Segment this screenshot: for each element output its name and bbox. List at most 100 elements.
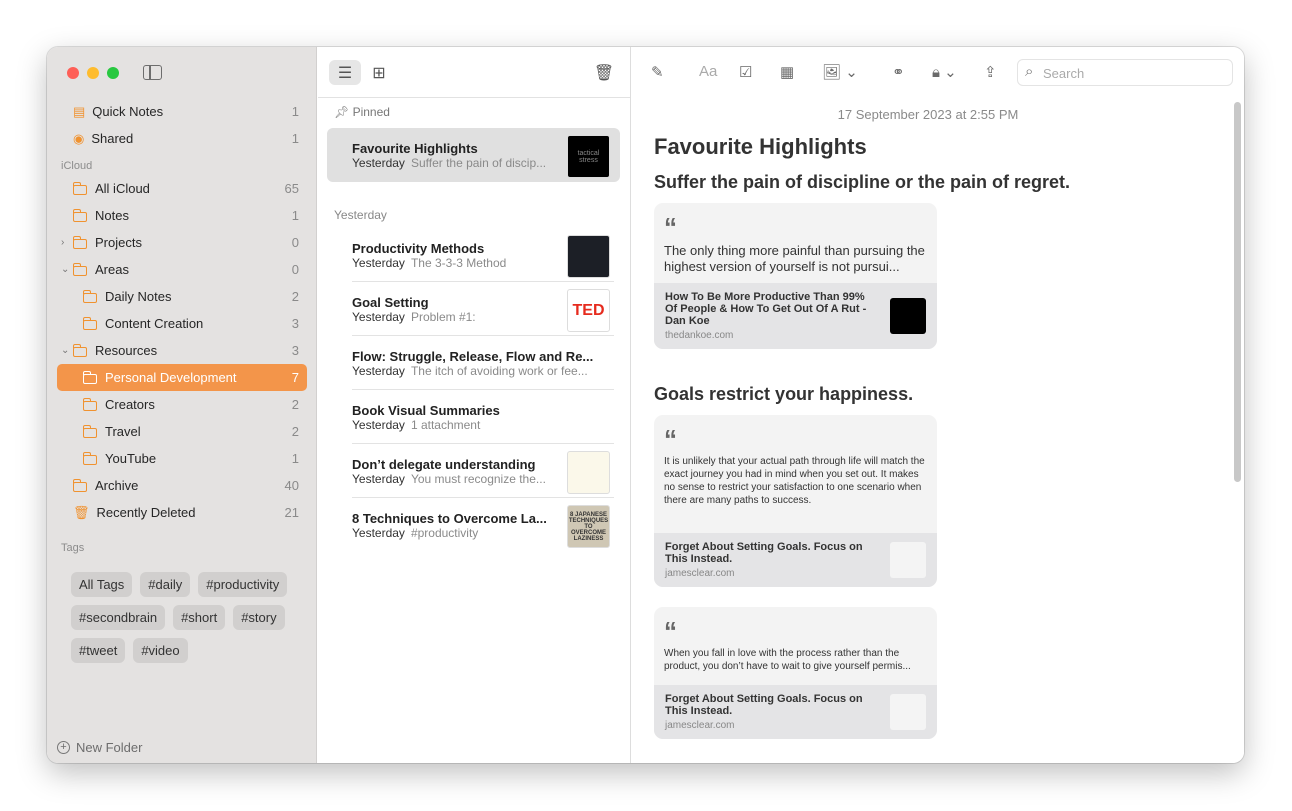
new-folder-button[interactable]: + New Folder <box>57 740 142 755</box>
note-date: Yesterday <box>352 472 405 486</box>
table-icon[interactable]: ▦ <box>780 63 794 81</box>
sidebar-item-shared[interactable]: ◉ Shared 1 <box>57 125 307 152</box>
sidebar-item-areas[interactable]: ⌄ Areas 0 <box>57 256 307 283</box>
item-count: 65 <box>284 181 299 196</box>
sidebar-item-resources[interactable]: ⌄ Resources 3 <box>57 337 307 364</box>
gallery-view-button[interactable]: ⊞ <box>363 60 395 85</box>
quote-text: The only thing more painful than pursuin… <box>664 243 925 274</box>
link-preview[interactable]: How To Be More Productive Than 99% Of Pe… <box>654 283 937 349</box>
folder-icon <box>73 262 87 276</box>
trash-icon: 🗑 <box>73 504 90 520</box>
tag-chip[interactable]: All Tags <box>71 572 133 597</box>
lock-icon[interactable]: 🔒︎ ⌄ <box>932 63 957 81</box>
note-title: Book Visual Summaries <box>352 403 500 418</box>
sidebar-item-travel[interactable]: Travel 2 <box>57 418 307 445</box>
note-date: Yesterday <box>352 526 405 540</box>
note-preview: You must recognize the... <box>410 472 546 486</box>
media-icon[interactable]: 🖼︎ ⌄ <box>822 63 858 81</box>
section-header-yesterday: Yesterday <box>334 208 387 222</box>
trash-icon: 🗑 <box>593 64 615 82</box>
item-count: 3 <box>291 316 299 331</box>
chevron-icon[interactable]: › <box>61 237 64 248</box>
quote-block: “It is unlikely that your actual path th… <box>654 415 937 533</box>
link-card[interactable]: “When you fall in love with the process … <box>654 607 937 739</box>
sidebar-item-label: Shared <box>91 131 134 146</box>
sidebar-item-label: Resources <box>95 343 158 358</box>
note-subtitle: Yesterday Suffer the pain of discip... <box>352 156 546 170</box>
sidebar-item-content-creation[interactable]: Content Creation 3 <box>57 310 307 337</box>
folder-icon <box>73 343 87 357</box>
note-title: Don’t delegate understanding <box>352 457 536 472</box>
link-card[interactable]: “It is unlikely that your actual path th… <box>654 415 937 587</box>
compose-icon[interactable]: ✎ <box>651 63 664 81</box>
zoom-button[interactable] <box>107 67 119 79</box>
link-thumbnail <box>890 694 926 730</box>
sidebar-item-notes[interactable]: Notes 1 <box>57 202 307 229</box>
search-input[interactable]: Search <box>1017 59 1233 86</box>
sidebar-item-label: Notes <box>95 208 129 223</box>
sidebar-item-label: Projects <box>95 235 142 250</box>
chevron-icon[interactable]: ⌄ <box>61 264 69 275</box>
note-list-item[interactable]: Favourite Highlights Yesterday Suffer the … <box>327 128 620 182</box>
quote-mark-icon: “ <box>664 212 677 242</box>
note-body[interactable]: Favourite Highlights Suffer the pain of … <box>654 133 1214 759</box>
sidebar-item-creators[interactable]: Creators 2 <box>57 391 307 418</box>
minimize-button[interactable] <box>87 67 99 79</box>
format-button[interactable]: Aa <box>699 63 717 80</box>
collaborate-icon[interactable]: ⚭ <box>892 63 905 81</box>
note-date: Yesterday <box>352 310 405 324</box>
note-date: Yesterday <box>352 364 405 378</box>
sidebar-item-all-icloud[interactable]: All iCloud 65 <box>57 175 307 202</box>
note-list-item[interactable]: Goal Setting Yesterday Problem #1: TED <box>327 282 620 336</box>
sidebar-item-daily-notes[interactable]: Daily Notes 2 <box>57 283 307 310</box>
share-icon[interactable]: ⇪ <box>984 63 997 81</box>
section-header-tags: Tags <box>61 542 85 554</box>
note-list-item[interactable]: Book Visual Summaries Yesterday 1 attachme… <box>327 390 620 444</box>
tag-chip[interactable]: #video <box>133 638 188 663</box>
item-count: 1 <box>291 208 299 223</box>
note-preview: Problem #1: <box>410 310 476 324</box>
editor-toolbar: ✎ Aa ☑︎ ▦ 🖼︎ ⌄ ⚭ 🔒︎ ⌄ ⇪ Search <box>632 47 1244 98</box>
note-title: Favourite Highlights <box>352 141 478 156</box>
sidebar: ▤ Quick Notes 1 ◉ Shared 1 iCloud All iCloud 65 N… <box>47 47 317 763</box>
note-thumbnail <box>567 451 610 494</box>
note-list: ☰ ⊞ 🗑 📌︎ Pinned Favourite Highlights Yest… <box>318 47 631 763</box>
note-subtitle: Yesterday Problem #1: <box>352 310 476 324</box>
tag-chip[interactable]: #tweet <box>71 638 126 663</box>
sidebar-item-personal-development[interactable]: Personal Development 7 <box>57 364 307 391</box>
sidebar-toggle-icon[interactable] <box>143 65 162 80</box>
scrollbar[interactable] <box>1234 102 1241 482</box>
folder-icon <box>73 478 87 492</box>
note-list-item[interactable]: 8 Techniques to Overcome La... Yesterday #… <box>327 498 620 552</box>
sidebar-item-projects[interactable]: › Projects 0 <box>57 229 307 256</box>
link-preview[interactable]: Forget About Setting Goals. Focus on Thi… <box>654 685 937 739</box>
note-thumbnail: 8 JAPANESE TECHNIQUES TO OVERCOME LAZINE… <box>567 505 610 548</box>
note-list-item[interactable]: Productivity Methods Yesterday The 3-3-3 M… <box>327 228 620 282</box>
sidebar-item-quick-notes[interactable]: ▤ Quick Notes 1 <box>57 98 307 125</box>
sidebar-item-youtube[interactable]: YouTube 1 <box>57 445 307 472</box>
sidebar-item-label: Quick Notes <box>92 104 164 119</box>
link-card[interactable]: “The only thing more painful than pursui… <box>654 203 937 349</box>
chevron-icon[interactable]: ⌄ <box>61 345 69 356</box>
folder-icon <box>73 181 87 195</box>
tag-chip[interactable]: #daily <box>140 572 191 597</box>
note-title: Goal Setting <box>352 295 429 310</box>
delete-note-button[interactable]: 🗑 <box>588 60 620 85</box>
item-count: 2 <box>291 424 299 439</box>
close-button[interactable] <box>67 67 79 79</box>
sidebar-item-archive[interactable]: Archive 40 <box>57 472 307 499</box>
tag-chip[interactable]: #story <box>233 605 285 630</box>
note-date: 17 September 2023 at 2:55 PM <box>837 107 1019 122</box>
tag-chip[interactable]: #short <box>173 605 226 630</box>
note-list-item[interactable]: Don’t delegate understanding Yesterday You… <box>327 444 620 498</box>
link-preview[interactable]: Forget About Setting Goals. Focus on Thi… <box>654 533 937 587</box>
note-thumbnail: TED <box>567 289 610 332</box>
checklist-icon[interactable]: ☑︎ <box>739 63 752 81</box>
folder-icon <box>73 235 87 249</box>
link-thumbnail <box>890 542 926 578</box>
note-list-item[interactable]: Flow: Struggle, Release, Flow and Re... Y… <box>327 336 620 390</box>
sidebar-item-recently-deleted[interactable]: 🗑 Recently Deleted 21 <box>57 499 307 526</box>
tag-chip[interactable]: #secondbrain <box>71 605 166 630</box>
list-view-button[interactable]: ☰ <box>329 60 361 85</box>
tag-chip[interactable]: #productivity <box>198 572 288 597</box>
